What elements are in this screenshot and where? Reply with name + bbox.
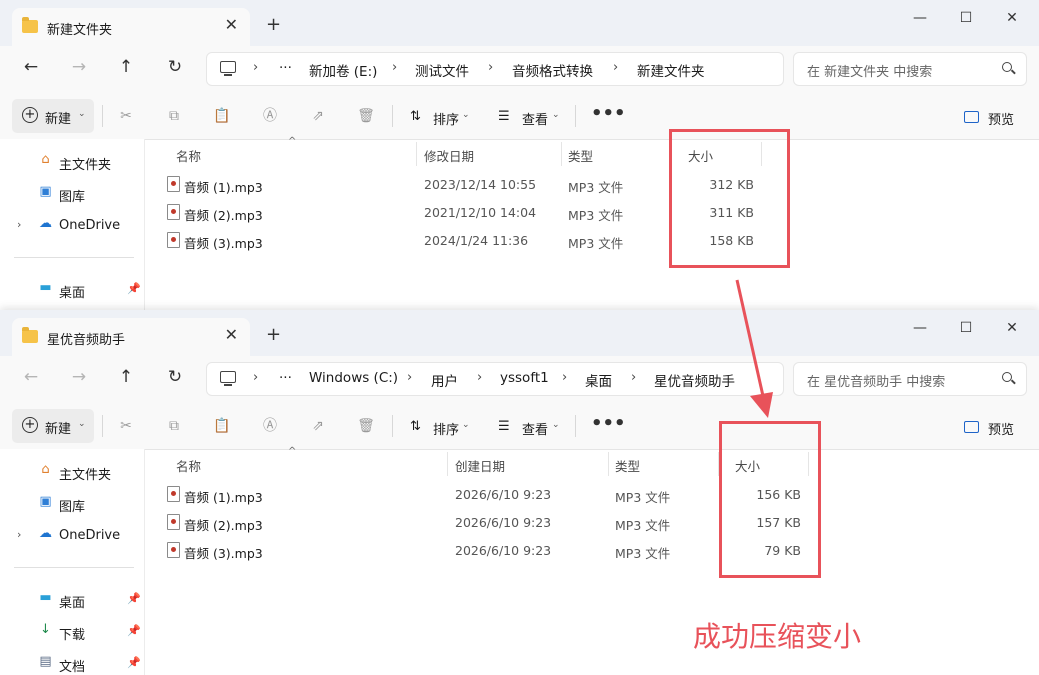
annotation-caption: 成功压缩变小 <box>693 620 862 653</box>
arrow-head <box>750 392 773 418</box>
arrow-line <box>735 279 765 397</box>
arrow-annotation <box>735 279 773 418</box>
